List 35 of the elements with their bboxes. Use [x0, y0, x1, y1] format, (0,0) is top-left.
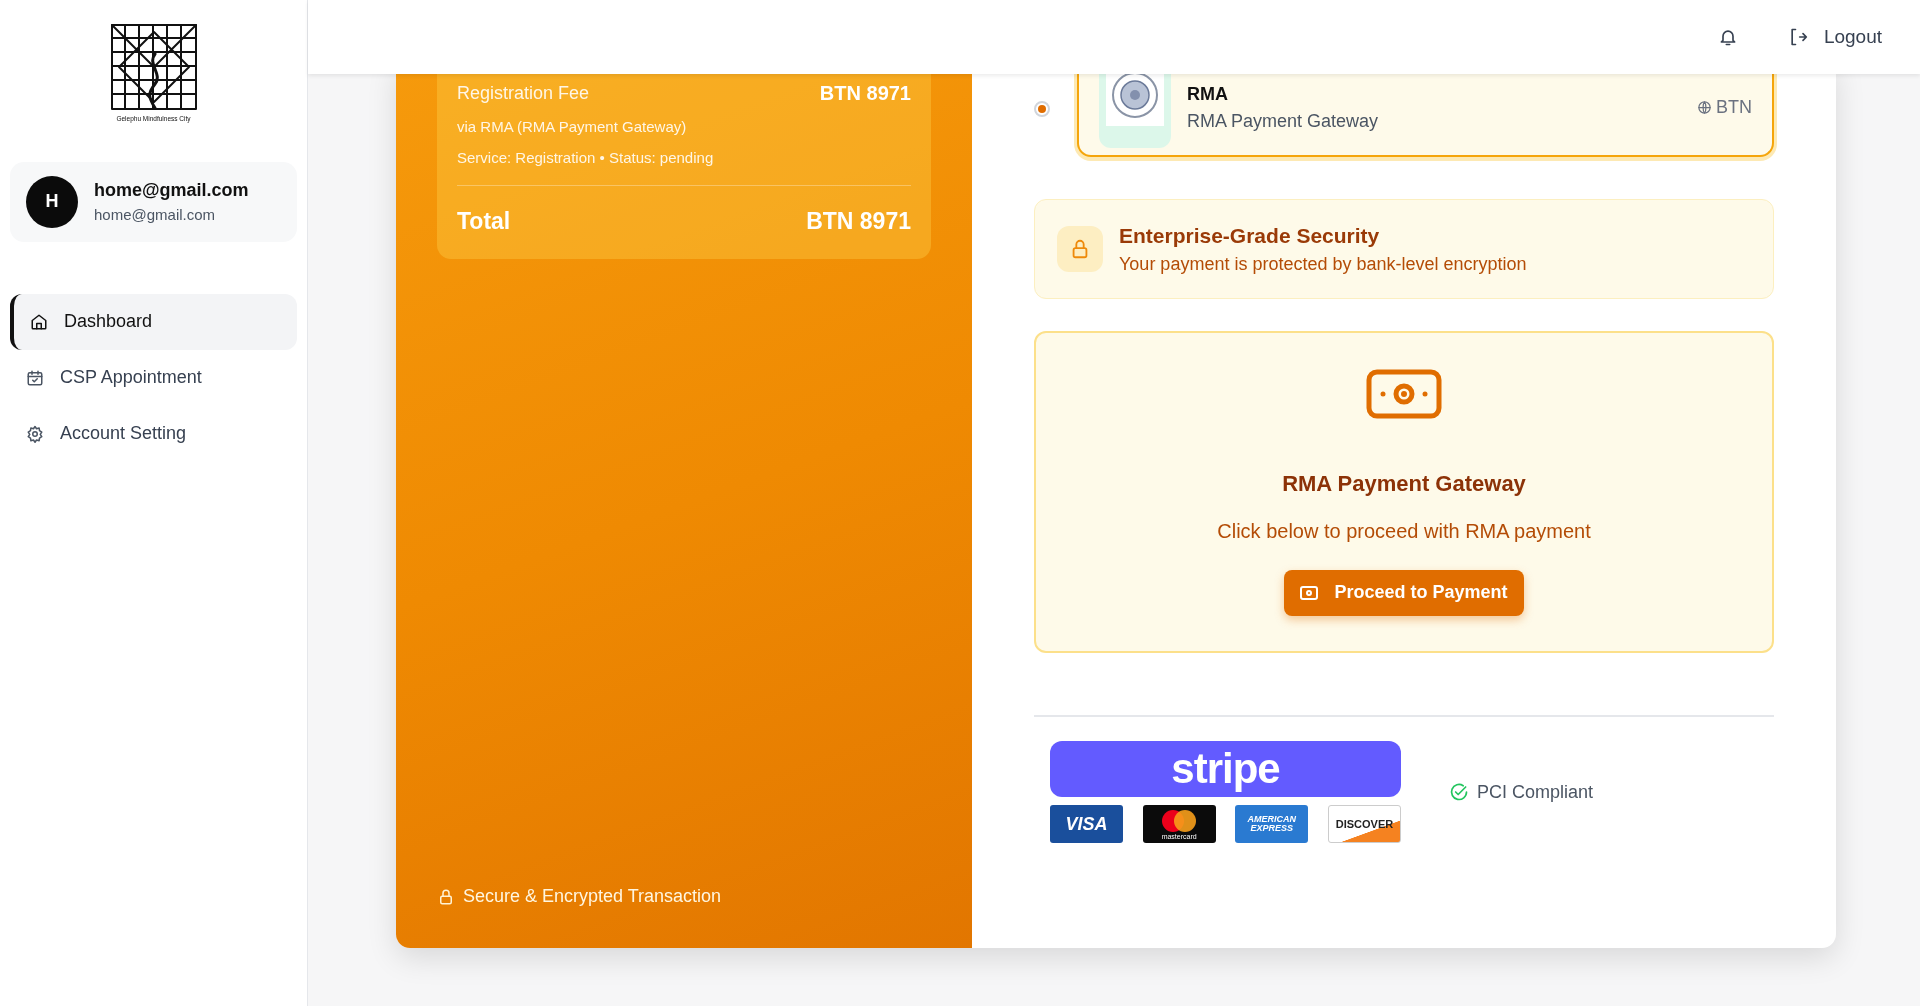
gateway-title: RMA Payment Gateway	[1282, 469, 1526, 498]
check-circle-icon	[1449, 782, 1469, 802]
security-subtitle: Your payment is protected by bank-level encryption	[1119, 253, 1527, 277]
compliance-label: PCI Compliant	[1477, 780, 1594, 804]
fee-method: via RMA (RMA Payment Gateway)	[457, 117, 688, 137]
fee-label: Registration Fee	[457, 81, 590, 105]
calendar-icon	[26, 368, 44, 387]
stripe-logo: stripe	[1050, 741, 1401, 797]
sidebar-item[interactable]: Account Setting	[10, 405, 297, 462]
sidebar-item[interactable]: CSP Appointment	[10, 349, 297, 406]
visa-logo: VISA	[1050, 805, 1123, 843]
lock-icon	[437, 887, 455, 906]
radio-button[interactable]	[1034, 100, 1050, 117]
sidebar-item[interactable]: Dashboard	[10, 293, 297, 350]
total-amount: BTN 8971	[806, 207, 911, 236]
user-name: home@gmail.com	[94, 179, 249, 202]
banknote-icon	[1366, 368, 1442, 419]
method-description: RMA Payment Gateway	[1187, 109, 1380, 133]
currency-code: BTN	[1716, 96, 1752, 119]
security-title: Enterprise-Grade Security	[1119, 222, 1381, 249]
settings-icon	[26, 424, 44, 443]
logout-button[interactable]: Logout	[1781, 21, 1888, 53]
banknote-icon	[1300, 585, 1319, 600]
user-email: home@gmail.com	[94, 205, 217, 225]
gateway-subtitle: Click below to proceed with RMA payment	[1217, 518, 1591, 544]
amex-logo: AMERICAN EXPRESS	[1235, 805, 1309, 843]
discover-logo: DISCOVER	[1327, 805, 1401, 843]
secure-note: Secure & Encrypted Transaction	[463, 885, 722, 908]
avatar: H	[26, 175, 78, 228]
fee-details: Service: Registration • Status: pending	[457, 147, 715, 168]
method-name: RMA	[1187, 82, 1229, 106]
total-label: Total	[457, 207, 511, 236]
globe-icon	[1697, 100, 1712, 115]
fee-amount: BTN 8971	[819, 81, 911, 106]
home-icon	[30, 312, 48, 331]
